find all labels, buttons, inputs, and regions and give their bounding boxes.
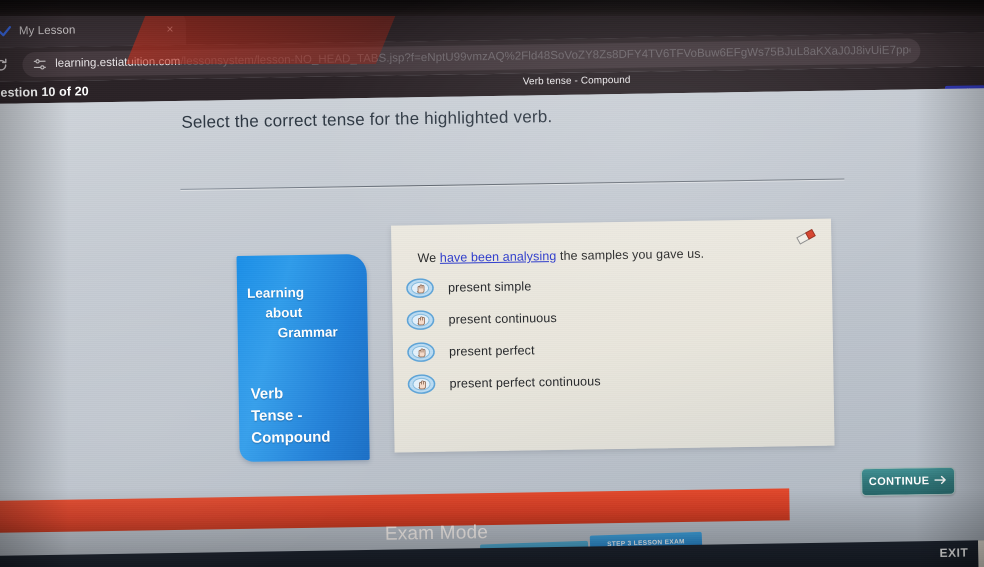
sentence-post: the samples you gave us. [556, 246, 705, 263]
check-icon [0, 25, 12, 39]
answer-option-label: present simple [447, 278, 532, 295]
answer-option-label: present perfect continuous [449, 373, 601, 391]
monitor-bezel-top [0, 0, 984, 16]
hand-pointer-radio-icon[interactable] [406, 309, 435, 330]
panel-line-compound: Compound [251, 428, 331, 447]
panel-line-grammar: Grammar [277, 324, 338, 341]
question-sentence: We have been analysing the samples you g… [417, 247, 704, 266]
exit-button[interactable]: EXIT [939, 546, 968, 560]
horizontal-divider [180, 178, 845, 190]
hand-pointer-radio-icon[interactable] [406, 277, 434, 298]
answer-option-present-perfect-continuous[interactable]: present perfect continuous [403, 363, 823, 399]
eraser-icon[interactable] [793, 225, 819, 247]
sentence-pre: We [417, 250, 440, 266]
close-icon[interactable]: × [162, 21, 178, 37]
panel-line-learning: Learning [246, 284, 305, 301]
answer-options-list: present simple present continuous presen… [402, 267, 824, 402]
exam-mode-label: Exam Mode [384, 522, 489, 545]
answer-option-present-continuous[interactable]: present continuous [402, 299, 822, 335]
answer-option-label: present continuous [448, 310, 557, 327]
tune-icon[interactable] [32, 56, 47, 71]
highlighted-verb: have been analysing [439, 248, 557, 265]
answer-option-label: present perfect [448, 342, 535, 359]
screen-photo: My Lesson × – □ ✕ [0, 0, 984, 567]
browser-tab-title: My Lesson [18, 24, 76, 38]
url-path: /lessonsystem/lesson-NO_HEAD_TABS.jsp?f=… [180, 44, 911, 68]
page-title: Select the correct tense for the highlig… [181, 107, 553, 132]
url-domain: learning.estiatuition.com [55, 55, 181, 70]
panel-line-about: about [265, 304, 303, 321]
continue-button[interactable]: CONTINUE [860, 466, 956, 497]
hand-pointer-radio-icon[interactable] [407, 341, 435, 362]
question-counter: Question 10 of 20 [0, 84, 89, 100]
browser-tab-my-lesson[interactable]: My Lesson × [0, 12, 187, 48]
continue-label: CONTINUE [868, 475, 930, 489]
address-bar-url: learning.estiatuition.com/lessonsystem/l… [55, 44, 910, 69]
panel-line-verb: Verb [250, 385, 284, 403]
lesson-page: Select the correct tense for the highlig… [0, 88, 984, 567]
question-card: We have been analysing the samples you g… [391, 218, 835, 453]
panel-line-tense: Tense - [250, 406, 303, 425]
answer-option-present-perfect[interactable]: present perfect [403, 331, 823, 367]
reload-icon[interactable] [0, 51, 14, 77]
lesson-topic-panel: Learning about Grammar Verb Tense - Comp… [236, 253, 370, 462]
lesson-title: Verb tense - Compound [522, 74, 631, 88]
running-person-exit-icon[interactable] [978, 539, 984, 567]
monitor-screen: My Lesson × – □ ✕ [0, 0, 984, 567]
answer-option-present-simple[interactable]: present simple [402, 267, 822, 303]
chevron-right-icon [934, 474, 947, 487]
hand-pointer-radio-icon[interactable] [407, 373, 436, 394]
